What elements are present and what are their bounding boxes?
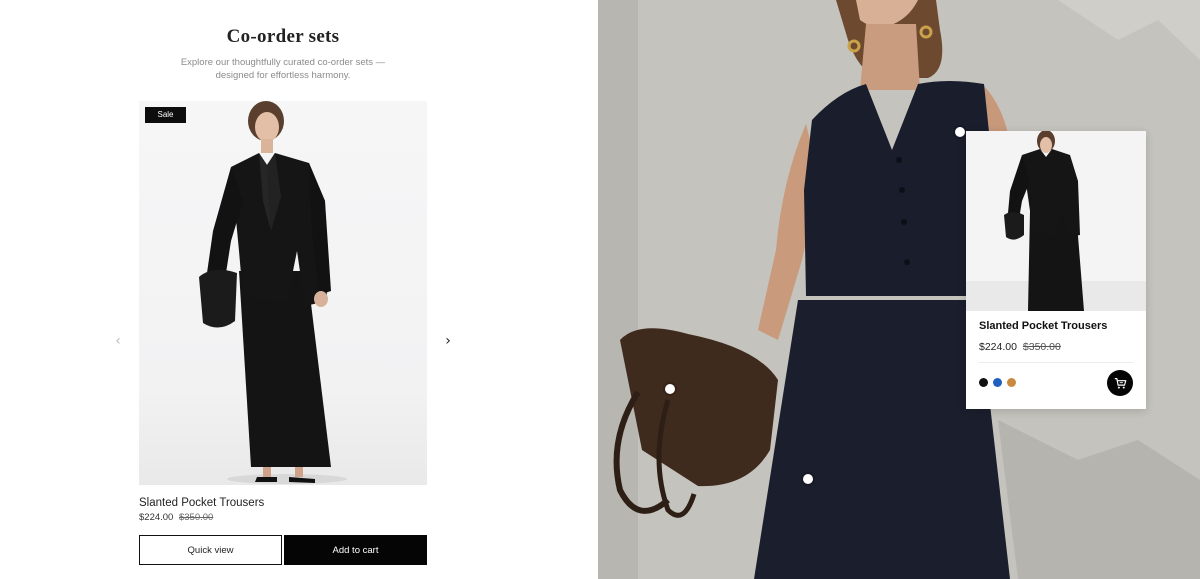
color-swatch-orange[interactable] xyxy=(1007,378,1016,387)
popup-product-image[interactable] xyxy=(966,131,1146,311)
price-row: $224.00 $350.00 xyxy=(139,512,213,523)
popup-product-name[interactable]: Slanted Pocket Trousers xyxy=(979,320,1107,332)
divider xyxy=(979,362,1133,363)
popup-price-row: $224.00 $350.00 xyxy=(979,341,1061,353)
cart-icon xyxy=(1114,377,1126,389)
hotspot-product-card[interactable]: Slanted Pocket Trousers $224.00 $350.00 xyxy=(966,131,1146,409)
chevron-right-icon: › xyxy=(445,333,451,349)
model-figure-illustration xyxy=(199,101,347,484)
add-to-cart-button[interactable]: Add to cart xyxy=(284,535,427,565)
quick-view-button[interactable]: Quick view xyxy=(139,535,282,565)
product-name-link[interactable]: Slanted Pocket Trousers xyxy=(139,497,264,509)
popup-compare-price: $350.00 xyxy=(1022,341,1061,353)
add-to-cart-icon-button[interactable] xyxy=(1107,370,1133,396)
carousel-prev-button[interactable]: ‹ xyxy=(110,332,126,350)
popup-sale-price: $224.00 xyxy=(979,341,1017,353)
section-subtitle: Explore our thoughtfully curated co-orde… xyxy=(180,57,386,81)
chevron-left-icon: ‹ xyxy=(115,333,121,349)
section-title: Co-order sets xyxy=(226,26,340,47)
product-image[interactable] xyxy=(139,101,427,485)
hotspot-skirt[interactable] xyxy=(803,474,813,484)
compare-price: $350.00 xyxy=(178,512,214,523)
color-swatch-black[interactable] xyxy=(979,378,988,387)
hotspot-bag[interactable] xyxy=(665,384,675,394)
popup-model-illustration xyxy=(966,131,1146,311)
color-swatch-blue[interactable] xyxy=(993,378,1002,387)
sale-price: $224.00 xyxy=(139,512,174,523)
product-section: Co-order sets Explore our thoughtfully c… xyxy=(0,0,598,579)
carousel-next-button[interactable]: › xyxy=(440,332,456,350)
hotspot-vest[interactable] xyxy=(955,127,965,137)
sale-badge: Sale xyxy=(145,107,186,123)
